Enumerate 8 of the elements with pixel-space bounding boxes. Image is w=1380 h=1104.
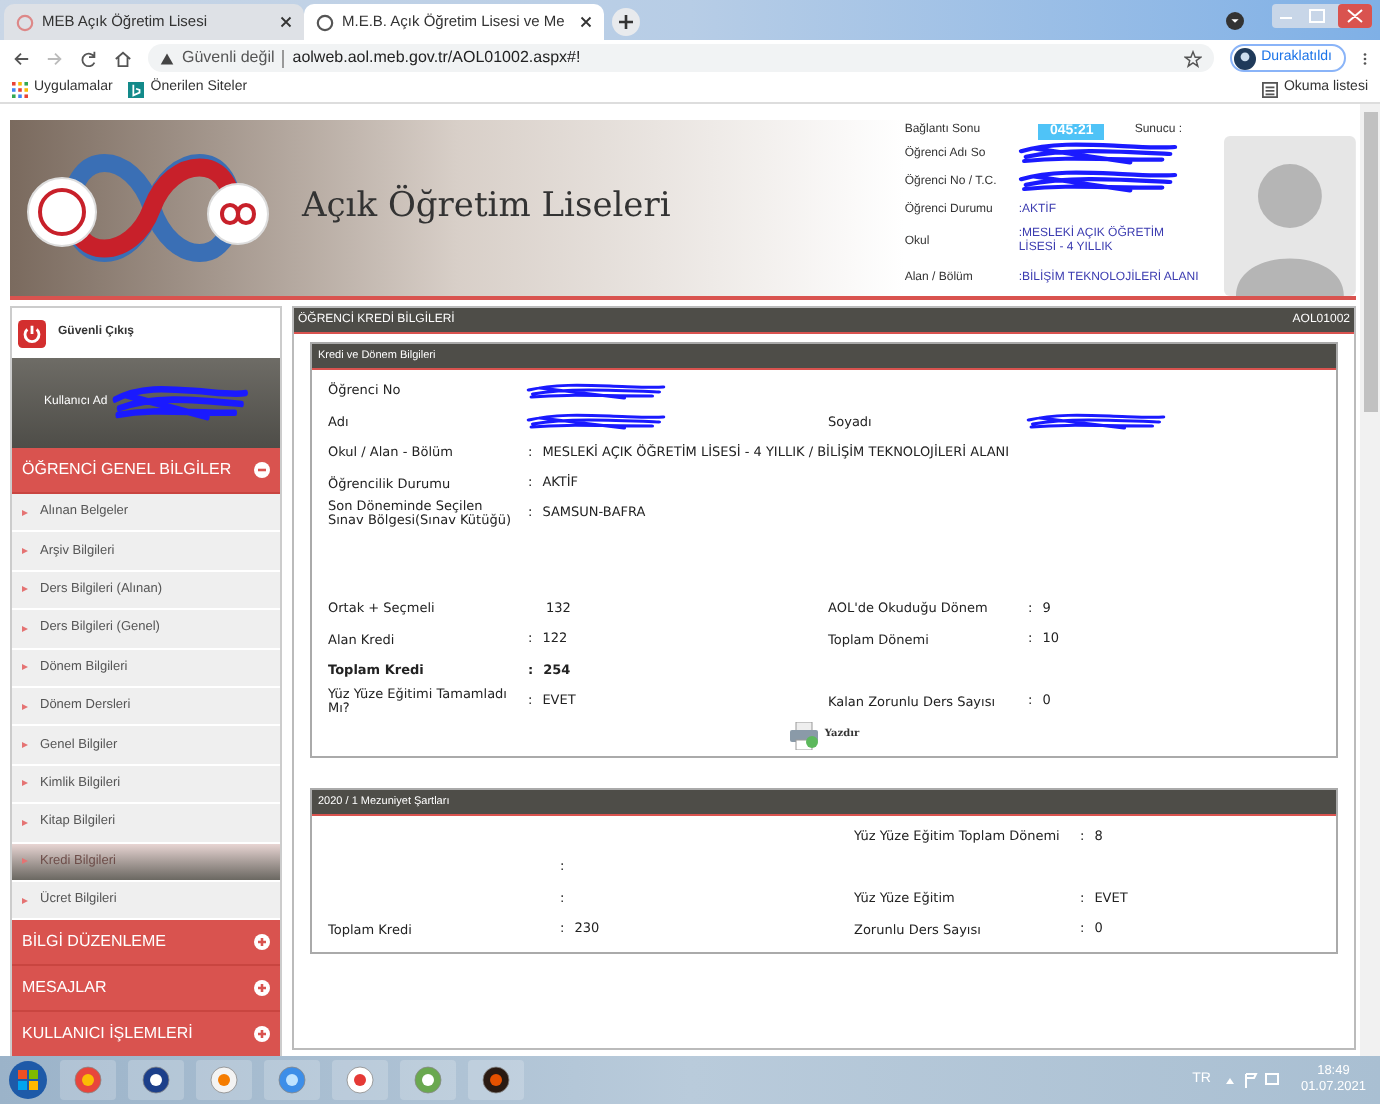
- url-text: aolweb.aol.meb.gov.tr/AOL01002.aspx#!: [292, 46, 581, 70]
- address-bar[interactable]: Güvenli değil aolweb.aol.meb.gov.tr/AOL01002.aspx#!: [148, 44, 1214, 72]
- menu-section-header[interactable]: ÖĞRENCİ GENEL BİLGİLER: [12, 448, 280, 494]
- site-title: Açık Öğretim Liseleri: [302, 182, 671, 231]
- menu-section-header[interactable]: BİLGİ DÜZENLEME: [12, 920, 280, 967]
- menu-section-header[interactable]: KULLANICI İŞLEMLERİ: [12, 1012, 280, 1056]
- security-label: Güvenli değil: [182, 46, 275, 70]
- menu-section-header[interactable]: MESAJLAR: [12, 966, 280, 1013]
